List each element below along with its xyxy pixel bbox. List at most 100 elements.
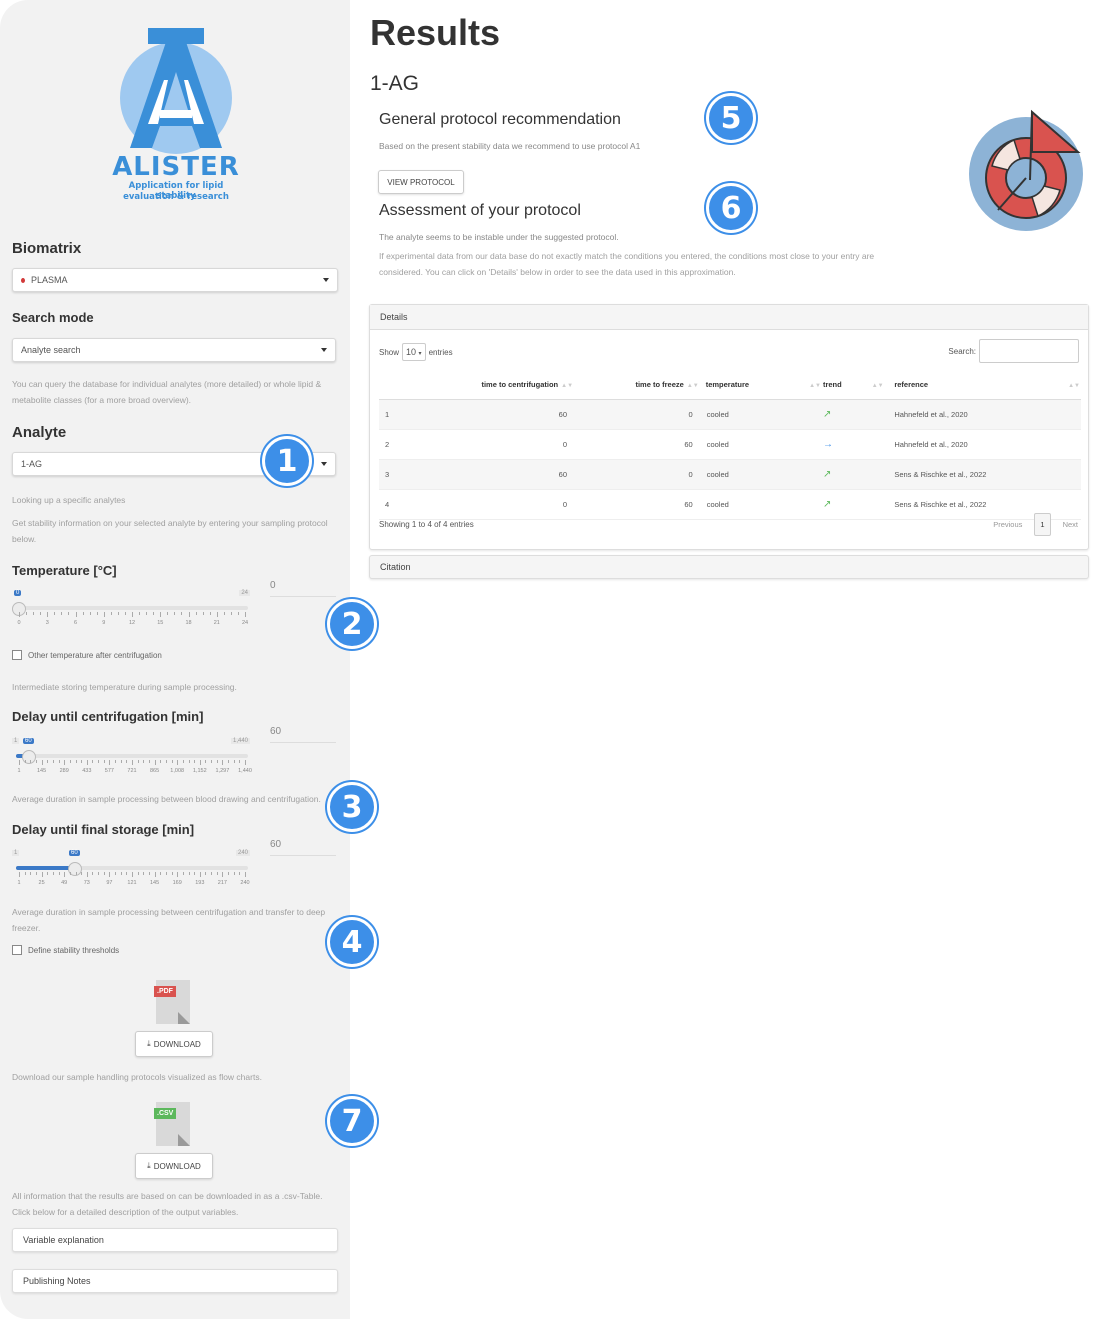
checkbox-box[interactable] — [12, 650, 22, 660]
marker-7: 7 — [327, 1096, 377, 1146]
pdf-download-label: DOWNLOAD — [153, 1039, 201, 1049]
slider-tick-label: 0 — [17, 620, 21, 626]
slider-minor-tick — [110, 612, 112, 615]
col-reference[interactable]: reference ▲▼ — [893, 369, 1081, 400]
analyte-help-2: Get stability information on your select… — [12, 518, 328, 544]
slider-minor-tick — [211, 760, 213, 763]
slider-minor-tick — [98, 760, 100, 763]
search-mode-select[interactable]: Analyte search — [12, 338, 336, 362]
slider-tick — [132, 872, 133, 877]
csv-download-button[interactable]: ⤓ DOWNLOAD — [135, 1153, 213, 1179]
slider-minor-tick — [52, 760, 54, 763]
slider-tick-label: 1,008 — [170, 768, 185, 774]
slider-minor-tick — [143, 872, 145, 875]
storage-input[interactable]: 60 — [270, 839, 336, 856]
checkbox-box[interactable] — [12, 945, 22, 955]
details-header[interactable]: Details — [370, 305, 1088, 330]
storage-max-label: 240 — [235, 850, 250, 856]
col-time-to-freeze[interactable]: time to freeze ▲▼ — [579, 369, 705, 400]
slider-minor-tick — [24, 872, 26, 875]
slider-tick-label: 97 — [106, 880, 113, 886]
logo: ALISTER Application for lipid stability … — [108, 26, 244, 206]
slider-tick — [103, 612, 105, 617]
slider-tick-label: 1 — [17, 880, 21, 886]
slider-minor-tick — [124, 612, 126, 615]
trend-up-icon: ↗ — [822, 499, 832, 510]
table-body: 1 60 0 cooled ↗ Hahnefeld et al., 2020 2 0 60 coo… — [379, 399, 1081, 520]
slider-minor-tick — [58, 872, 60, 875]
slider-tick-label: 169 — [172, 880, 182, 886]
slider-tick-label: 121 — [127, 880, 137, 886]
download-icon: ⤓ — [147, 1161, 151, 1170]
other-temperature-checkbox[interactable]: Other temperature after centrifugation — [12, 650, 162, 660]
slider-minor-tick — [75, 760, 77, 763]
slider-minor-tick — [126, 760, 128, 763]
slider-tick — [75, 612, 77, 617]
slider-tick — [19, 760, 20, 765]
citation-label: Citation — [380, 562, 411, 572]
slider-tick-label: 145 — [37, 768, 47, 774]
centrifugation-slider[interactable]: 1 60 1,440 1 145 289 433 577 721 865 1,008 1,152… — [12, 736, 252, 781]
temperature-slider[interactable]: 0 24 0 3 6 9 12 15 18 21 24 — [12, 588, 252, 633]
citation-panel[interactable]: Citation — [369, 555, 1089, 579]
slider-minor-tick — [148, 872, 150, 875]
slider-minor-tick — [26, 612, 28, 615]
stability-thresholds-checkbox[interactable]: Define stability thresholds — [12, 945, 119, 955]
centrifugation-ticks: 1 145 289 433 577 721 865 1,008 1,152 1,297 1,440 — [17, 760, 252, 774]
previous-button[interactable]: Previous — [993, 520, 1022, 529]
table-row: 2 0 60 cooled → Hahnefeld et al., 2020 — [379, 429, 1081, 460]
slider-minor-tick — [58, 760, 60, 763]
slider-minor-tick — [47, 872, 49, 875]
cell-tf: 60 — [579, 489, 705, 520]
slider-tick-label: 289 — [59, 768, 69, 774]
cell-trend: → — [821, 429, 894, 460]
search-input[interactable] — [979, 339, 1079, 363]
slider-minor-tick — [92, 872, 94, 875]
delay-storage-label: Delay until final storage [min] — [12, 822, 195, 837]
slider-tick-label: 865 — [150, 768, 160, 774]
download-icon: ⤓ — [147, 1039, 151, 1048]
pdf-download-button[interactable]: ⤓ DOWNLOAD — [135, 1031, 213, 1057]
storage-slider[interactable]: 1 60 240 1 25 49 73 97 121 145 169 193 217 240 — [12, 848, 252, 893]
slider-tick-label: 6 — [73, 620, 78, 626]
slider-minor-tick — [81, 872, 83, 875]
slider-minor-tick — [228, 760, 230, 763]
slider-tick — [160, 612, 162, 617]
slider-minor-tick — [81, 760, 83, 763]
slider-tick-label: 3 — [45, 620, 49, 626]
slider-minor-tick — [188, 872, 190, 875]
file-fold — [178, 1012, 190, 1024]
slider-minor-tick — [230, 612, 232, 615]
slider-tick-label: 18 — [185, 620, 192, 626]
slider-minor-tick — [68, 612, 70, 615]
biomatrix-select[interactable]: PLASMA — [12, 268, 338, 292]
slider-minor-tick — [115, 872, 117, 875]
temperature-input[interactable]: 0 — [270, 580, 336, 597]
cell-temp: cooled — [704, 459, 822, 490]
entries-select[interactable]: 10 ▾ — [402, 343, 426, 361]
col-time-to-centrifugation[interactable]: time to centrifugation ▲▼ — [418, 369, 580, 400]
cell-trend: ↗ — [821, 459, 894, 490]
variable-explanation-panel[interactable]: Variable explanation — [12, 1228, 338, 1252]
next-button[interactable]: Next — [1063, 520, 1078, 529]
slider-minor-tick — [24, 760, 26, 763]
slider-tick-label: 15 — [157, 620, 164, 626]
page-1-button[interactable]: 1 — [1034, 513, 1051, 536]
details-title: Details — [380, 312, 408, 322]
col-trend[interactable]: trend ▲▼ — [821, 369, 894, 400]
slider-tick — [222, 760, 224, 765]
slider-minor-tick — [82, 612, 84, 615]
temperature-help: Intermediate storing temperature during … — [12, 682, 237, 692]
table-row: 1 60 0 cooled ↗ Hahnefeld et al., 2020 — [379, 399, 1081, 430]
storage-value-bubble: 60 — [69, 850, 80, 856]
view-protocol-button[interactable]: VIEW PROTOCOL — [378, 170, 464, 194]
slider-minor-tick — [52, 872, 54, 875]
col-temperature[interactable]: temperature ▲▼ — [704, 369, 822, 400]
analyte-label: Analyte — [12, 424, 67, 441]
centrifugation-input[interactable]: 60 — [270, 726, 336, 743]
publishing-notes-panel[interactable]: Publishing Notes — [12, 1269, 338, 1293]
temperature-max-label: 24 — [239, 590, 250, 596]
slider-tick — [177, 760, 179, 765]
slider-tick-label: 193 — [195, 880, 205, 886]
other-temperature-label: Other temperature after centrifugation — [28, 650, 162, 660]
